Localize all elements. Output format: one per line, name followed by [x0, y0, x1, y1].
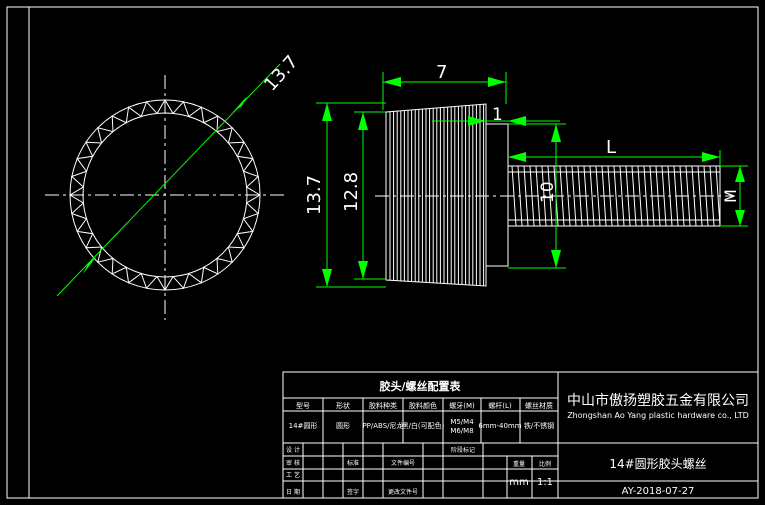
- scale-value: 1:1: [537, 477, 553, 488]
- side-view: 7 13.7 12.8 1 L 10 M: [304, 62, 748, 288]
- table-data-row: 14#圆形 圆形 PP/ABS/尼龙黑/白(可配色) M5/M4M6/M8 6mm-40…: [289, 418, 555, 435]
- dim-arrow: [488, 77, 506, 87]
- signature-cell: 签字: [347, 488, 359, 496]
- knob-shoulder: [485, 123, 509, 267]
- dim-arrow: [358, 112, 368, 130]
- dim-arrow: [702, 152, 720, 162]
- unit-value: mm: [509, 477, 528, 488]
- table-header-cell: 螺牙(M): [449, 401, 475, 410]
- table-header-cell: 胶料种类: [369, 401, 397, 410]
- table-header-cell: 胶料颜色: [409, 401, 437, 410]
- signature-cell: 标准: [347, 459, 359, 467]
- length-label: 7: [436, 62, 447, 83]
- table-header-row: 型号 形状 胶料种类 胶料颜色 螺牙(M) 螺杆(L) 螺丝材质: [296, 401, 553, 410]
- height-label: 13.7: [304, 175, 325, 215]
- diameter-dim-line: [56, 63, 281, 297]
- table-header-cell: 形状: [336, 401, 350, 410]
- thread-line: [613, 165, 619, 227]
- shoulder-label: 1: [492, 105, 503, 125]
- signature-cell: 更改文件号: [388, 488, 418, 496]
- drawing-number: AY-2018-07-27: [622, 486, 695, 497]
- weight-label: 重量: [513, 460, 525, 468]
- signature-cell: 文件编号: [391, 459, 415, 467]
- table-title: 胶头/螺丝配置表: [379, 379, 461, 393]
- dim-arrow: [322, 103, 332, 121]
- dim-arrow: [358, 261, 368, 279]
- table-data-cell: 6mm-40mm: [478, 422, 521, 430]
- dim-arrow: [551, 250, 561, 268]
- table-header-cell: 螺杆(L): [488, 401, 512, 410]
- dim-arrow: [551, 124, 561, 142]
- company-name-en: Zhongshan Ao Yang plastic hardware co., …: [567, 411, 749, 420]
- signature-cell: 设 计: [286, 446, 300, 454]
- thread-length-label: L: [606, 137, 616, 158]
- cad-drawing: 13.7 7 13.7 12.8 1 L 10 M 胶头/螺丝配置表 型号 形状…: [6, 6, 759, 499]
- ratio-label: 比例: [539, 460, 551, 468]
- dim-arrow: [508, 152, 526, 162]
- dim-arrow: [383, 77, 401, 87]
- table-data-cell: M5/M4: [450, 418, 474, 426]
- table-header-cell: 螺丝材质: [525, 401, 553, 410]
- shoulder-dia-label: 10: [538, 181, 558, 203]
- front-view: 13.7: [45, 52, 303, 320]
- table-data-cell: 14#圆形: [289, 422, 318, 430]
- signature-cell: 工 艺: [286, 471, 300, 479]
- dim-arrow: [322, 269, 332, 287]
- spec-table: 胶头/螺丝配置表 型号 形状 胶料种类 胶料颜色 螺牙(M) 螺杆(L) 螺丝材质 14#圆…: [282, 371, 759, 499]
- table-header-cell: 型号: [296, 401, 310, 410]
- thread-line: [595, 165, 601, 227]
- signature-rows: 设 计 阶段标记审 核 标准 文件编号工 艺日 期 签字 更改文件号: [286, 446, 475, 496]
- company-name-cn: 中山市傲扬塑胶五金有限公司: [567, 392, 749, 409]
- table-data-cell: 黑/白(可配色): [402, 421, 445, 430]
- table-data-cell: M6/M8: [450, 427, 473, 435]
- signature-cell: 阶段标记: [451, 446, 475, 454]
- knob-ribs: [389, 104, 485, 286]
- table-data-cell: 铁/不锈钢: [524, 421, 554, 430]
- thread-dia-label: M: [721, 189, 740, 203]
- table-data-cell: PP/ABS/尼龙: [362, 421, 403, 430]
- part-name: 14#圆形胶头螺丝: [609, 456, 706, 471]
- inner-height-label: 12.8: [341, 172, 362, 212]
- signature-cell: 审 核: [286, 459, 300, 467]
- dim-arrow: [233, 96, 247, 112]
- table-data-cell: 圆形: [336, 422, 350, 430]
- diameter-label: 13.7: [260, 52, 302, 96]
- dim-arrow: [735, 166, 745, 182]
- dim-arrow: [735, 210, 745, 226]
- signature-cell: 日 期: [286, 488, 300, 496]
